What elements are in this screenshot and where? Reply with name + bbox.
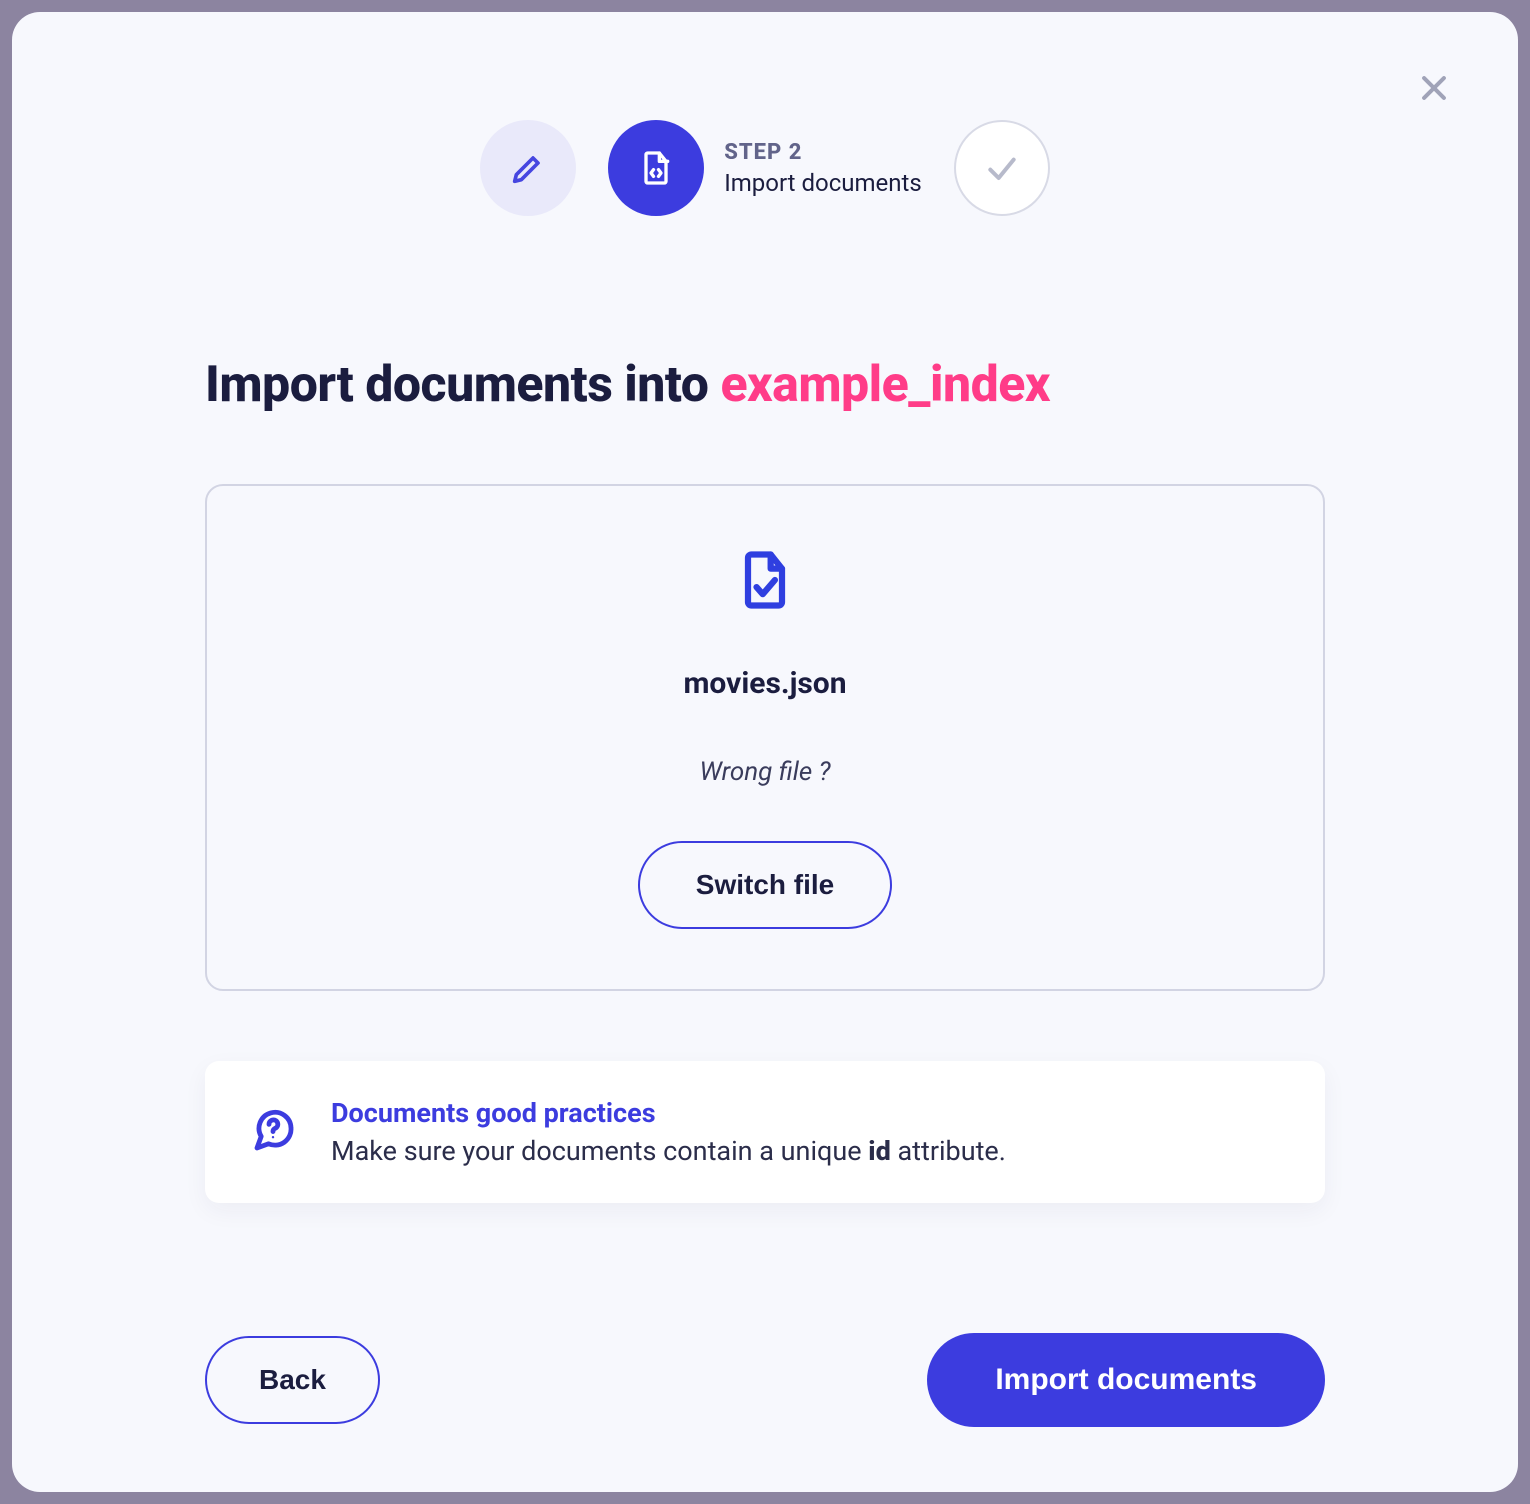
switch-file-button[interactable]: Switch file <box>638 841 892 929</box>
file-code-icon <box>636 148 676 188</box>
close-button[interactable] <box>1406 60 1462 116</box>
heading-prefix: Import documents into <box>205 356 720 414</box>
info-card: Documents good practices Make sure your … <box>205 1061 1325 1203</box>
step-3-circle <box>954 120 1050 216</box>
step-1-circle <box>480 120 576 216</box>
back-button[interactable]: Back <box>205 1336 380 1424</box>
import-documents-button[interactable]: Import documents <box>927 1333 1325 1427</box>
info-desc-before: Make sure your documents contain a uniqu… <box>331 1135 868 1167</box>
heading-index-name: example_index <box>720 356 1050 414</box>
info-desc-after: attribute. <box>891 1135 1006 1167</box>
step-2: STEP 2 Import documents <box>608 120 922 216</box>
close-icon <box>1417 71 1451 105</box>
wrong-file-prompt: Wrong file ? <box>699 757 830 787</box>
pencil-icon <box>508 148 548 188</box>
step-title: Import documents <box>724 169 922 197</box>
file-dropzone: movies.json Wrong file ? Switch file <box>205 484 1325 991</box>
question-chat-icon <box>249 1106 297 1158</box>
page-title: Import documents into example_index <box>205 356 1325 414</box>
step-1[interactable] <box>480 120 576 216</box>
footer: Back Import documents <box>205 1333 1325 1427</box>
step-2-circle <box>608 120 704 216</box>
stepper: STEP 2 Import documents <box>72 120 1458 216</box>
step-2-text: STEP 2 Import documents <box>724 140 922 197</box>
info-desc-keyword: id <box>868 1135 890 1167</box>
info-title: Documents good practices <box>331 1097 1006 1129</box>
selected-file-name: movies.json <box>683 666 846 701</box>
file-check-icon <box>731 542 799 622</box>
step-label: STEP 2 <box>724 140 922 165</box>
import-documents-modal: STEP 2 Import documents Import documents… <box>12 12 1518 1492</box>
step-3 <box>954 120 1050 216</box>
info-description: Make sure your documents contain a uniqu… <box>331 1135 1006 1167</box>
check-icon <box>982 148 1022 188</box>
